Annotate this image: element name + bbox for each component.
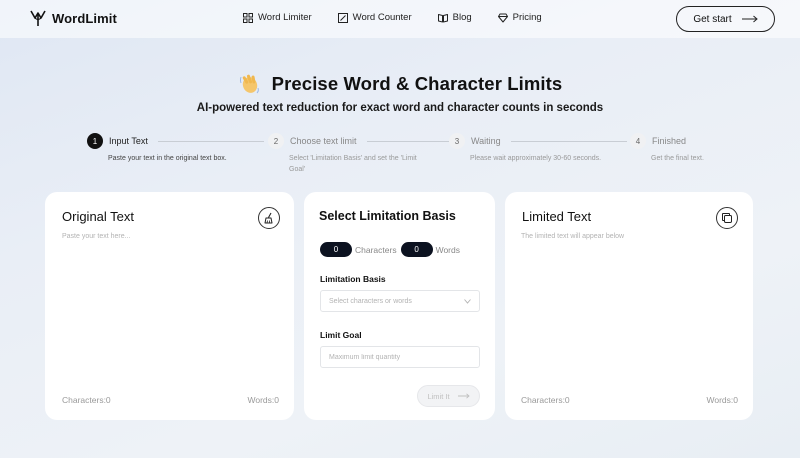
top-nav: WordLimit Word Limiter Word Counter Blog [0, 0, 800, 38]
nav-link-word-limiter[interactable]: Word Limiter [243, 12, 312, 23]
step-desc: Select 'Limitation Basis' and set the 'L… [289, 155, 417, 173]
nav-links: Word Limiter Word Counter Blog Pricing [243, 12, 542, 23]
original-text-input[interactable] [59, 230, 279, 380]
book-icon [437, 13, 448, 22]
page-title: Precise Word & Character Limits [271, 73, 563, 94]
step-input-text: 1 Input Text Paste your text in the orig… [87, 133, 264, 164]
step-connector [157, 140, 264, 142]
word-count: Words:0 [247, 395, 280, 405]
original-text-panel: Original Text Paste your text here... Ch… [45, 192, 294, 420]
limitation-basis-select[interactable]: Select characters or words [320, 290, 480, 312]
step-number: 2 [268, 133, 284, 149]
limited-text-title: Limited Text [522, 209, 592, 224]
arrow-right-icon [457, 393, 470, 399]
limit-goal-label: Limit Goal [320, 330, 362, 340]
brand-name: WordLimit [52, 10, 117, 26]
broom-icon [264, 212, 273, 224]
nav-link-label: Pricing [512, 12, 542, 23]
chevron-down-icon [464, 298, 471, 304]
diamond-icon [497, 13, 508, 22]
hero-title-row: Precise Word & Character Limits [0, 72, 800, 96]
brand[interactable]: WordLimit [30, 9, 117, 27]
copy-text-button[interactable] [716, 207, 738, 229]
arrow-right-icon [741, 15, 758, 23]
character-count: Characters:0 [521, 395, 570, 405]
nav-link-label: Word Limiter [258, 12, 312, 23]
step-title: Input Text [109, 136, 148, 146]
clear-text-button[interactable] [258, 207, 280, 229]
steps-progress: 1 Input Text Paste your text in the orig… [0, 133, 800, 173]
limit-goal-input[interactable] [320, 346, 480, 368]
nav-link-label: Blog [452, 12, 472, 23]
count-summary: 0 Characters 0 Words [320, 242, 464, 257]
get-start-button[interactable]: Get start [676, 6, 775, 32]
limitation-panel: Select Limitation Basis 0 Characters 0 W… [304, 192, 495, 420]
step-title: Choose text limit [290, 136, 357, 146]
brand-logo-icon [30, 10, 46, 26]
characters-label: Characters [355, 244, 397, 255]
page-subtitle: AI-powered text reduction for exact word… [196, 102, 604, 114]
words-label: Words [435, 244, 460, 255]
waving-hand-icon [239, 74, 259, 94]
step-connector [366, 140, 449, 142]
nav-link-word-counter[interactable]: Word Counter [337, 12, 412, 23]
nav-link-blog[interactable]: Blog [437, 12, 472, 23]
step-connector [510, 140, 627, 142]
grid-icon [243, 12, 253, 23]
step-desc: Please wait approximately 30-60 seconds. [470, 155, 602, 162]
limitation-title: Select Limitation Basis [319, 209, 456, 223]
step-finished: 4 Finished Get the final text. [630, 133, 704, 164]
limited-text-placeholder: The limited text will appear below [521, 233, 625, 240]
get-start-label: Get start [693, 13, 732, 25]
word-count: Words:0 [706, 395, 739, 405]
original-counts: Characters:0 Words:0 [62, 395, 279, 405]
limitation-basis-label: Limitation Basis [320, 274, 386, 284]
step-desc: Paste your text in the original text box… [108, 155, 227, 162]
character-count-pill: 0 [320, 242, 352, 257]
edit-square-icon [337, 12, 348, 23]
select-placeholder: Select characters or words [329, 297, 412, 305]
original-text-title: Original Text [62, 209, 135, 224]
step-number: 4 [630, 133, 646, 149]
step-desc: Get the final text. [651, 155, 704, 162]
limit-it-button[interactable]: Limit It [417, 385, 480, 407]
step-number: 3 [449, 133, 465, 149]
limit-it-label: Limit It [427, 391, 450, 401]
step-waiting: 3 Waiting Please wait approximately 30-6… [449, 133, 627, 164]
step-title: Waiting [471, 136, 501, 146]
step-choose-limit: 2 Choose text limit Select 'Limitation B… [268, 133, 449, 175]
copy-icon [722, 213, 732, 223]
word-count-pill: 0 [400, 242, 433, 257]
nav-link-pricing[interactable]: Pricing [497, 12, 542, 23]
nav-link-label: Word Counter [352, 12, 412, 23]
character-count: Characters:0 [62, 395, 111, 405]
step-number: 1 [87, 133, 103, 149]
limited-text-panel: Limited Text The limited text will appea… [505, 192, 753, 420]
limited-counts: Characters:0 Words:0 [521, 395, 738, 405]
step-title: Finished [652, 136, 687, 146]
